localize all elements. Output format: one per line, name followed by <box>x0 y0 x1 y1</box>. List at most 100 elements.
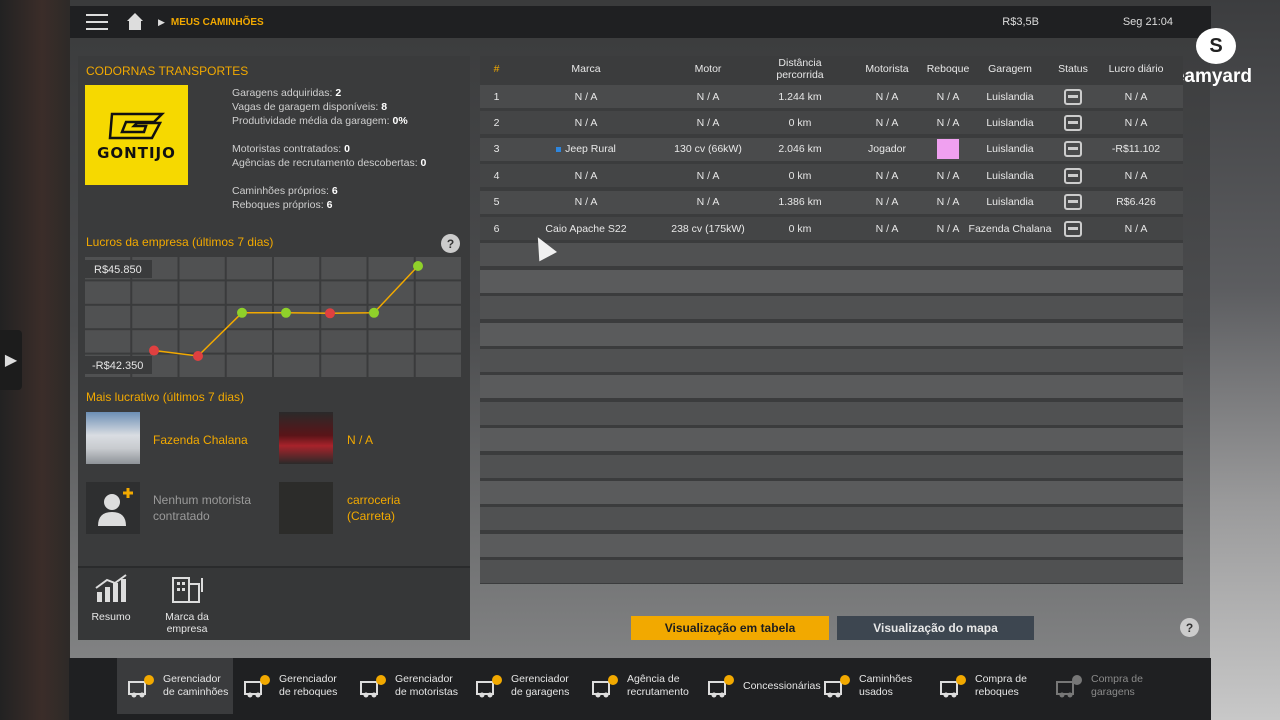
table-row[interactable]: 2 N / A N / A 0 km N / A N / A Luislandia N / A <box>480 111 1183 135</box>
trailer-thumbnail[interactable] <box>279 482 333 534</box>
cell-brand: N / A <box>574 196 598 209</box>
truck-status-icon <box>1064 114 1082 131</box>
chart-grid-cell <box>226 305 272 329</box>
cell-brand: N / A <box>574 116 598 129</box>
empty-row <box>480 428 1183 452</box>
nav-driver-manager[interactable]: Gerenciador de motoristas <box>349 658 465 714</box>
cell-trailer <box>928 138 968 161</box>
chart-grid-cell <box>368 354 414 377</box>
nav-dealers[interactable]: Concessionárias <box>697 658 821 714</box>
best-garage[interactable]: Fazenda Chalana <box>153 432 248 448</box>
company-brand-button[interactable]: Marca da empresa <box>152 574 222 635</box>
cell-daily-profit: N / A <box>1124 222 1148 235</box>
col-brand[interactable]: Marca <box>536 56 636 82</box>
empty-row <box>480 296 1183 320</box>
garage-stats: Garagens adquiridas: 2 Vagas de garagem … <box>232 86 408 128</box>
company-panel: CODORNAS TRANSPORTES GONTIJO Garagens ad… <box>78 56 470 640</box>
table-row[interactable]: 1 N / A N / A 1.244 km N / A N / A Luislandia N… <box>480 85 1183 108</box>
cell-trailer: N / A <box>936 116 960 129</box>
nav-recruitment-agency[interactable]: Agência de recrutamento <box>581 658 697 714</box>
col-driver[interactable]: Motorista <box>852 56 922 82</box>
cell-daily-profit: R$6.426 <box>1116 196 1156 209</box>
cell-trailer: N / A <box>936 196 960 209</box>
breadcrumb[interactable]: MEUS CAMINHÕES <box>171 17 264 28</box>
cell-garage: Luislandia <box>986 196 1034 209</box>
chart-grid-cell <box>321 330 367 353</box>
chart-grid-cell <box>274 354 320 377</box>
chart-min-label: -R$42.350 <box>92 360 143 372</box>
garage-thumbnail[interactable] <box>86 412 140 464</box>
driver-thumbnail[interactable] <box>86 482 140 534</box>
cell-daily-profit: N / A <box>1124 116 1148 129</box>
summary-button[interactable]: Resumo <box>76 574 146 623</box>
map-view-button[interactable]: Visualização do mapa <box>837 616 1034 640</box>
best-truck[interactable]: N / A <box>347 432 373 448</box>
bar-chart-icon <box>95 574 127 602</box>
best-cargo[interactable]: carroceria (Carreta) <box>347 492 427 524</box>
nav-label: Gerenciador de motoristas <box>395 673 459 698</box>
col-engine[interactable]: Motor <box>658 56 758 82</box>
table-row[interactable]: 4 N / A N / A 0 km N / A N / A Luislandia N / A <box>480 164 1183 188</box>
help-icon[interactable]: ? <box>1180 618 1199 637</box>
nav-used-trucks[interactable]: Caminhões usados <box>813 658 929 714</box>
table-row[interactable]: 3 Jeep Rural 130 cv (66kW) 2.046 km Jogador L… <box>480 137 1183 161</box>
col-daily-profit[interactable]: Lucro diário <box>1098 56 1174 82</box>
col-trailer[interactable]: Reboque <box>927 56 970 82</box>
nav-truck-manager[interactable]: Gerenciador de caminhões <box>117 658 233 714</box>
col-number[interactable]: # <box>480 56 513 82</box>
profit-point <box>237 307 247 318</box>
cell-distance: 1.386 km <box>778 196 822 209</box>
table-row[interactable]: 5 N / A N / A 1.386 km N / A N / A Luislandia R… <box>480 190 1183 214</box>
empty-row <box>480 243 1183 267</box>
money-display: R$3,5B <box>1002 16 1039 28</box>
home-icon[interactable] <box>126 13 144 31</box>
cell-distance: 2.046 km <box>778 143 822 156</box>
chevron-right-icon: ▶ <box>4 352 18 369</box>
company-logo[interactable]: GONTIJO <box>85 85 188 185</box>
cell-status <box>1050 217 1096 240</box>
side-expand-tab[interactable]: ▶ <box>0 330 22 390</box>
nav-garage-manager[interactable]: Gerenciador de garagens <box>465 658 581 714</box>
chart-grid-cell <box>274 281 320 304</box>
cell-daily-profit: N / A <box>1124 90 1148 103</box>
garage-wall-right <box>1210 0 1280 720</box>
used-trucks-icon <box>823 673 851 699</box>
chart-grid-cell <box>368 330 414 353</box>
empty-row <box>480 533 1183 557</box>
cell-engine: N / A <box>696 116 720 129</box>
summary-label: Resumo <box>91 611 131 623</box>
empty-row <box>480 349 1183 372</box>
cell-engine: N / A <box>696 169 720 182</box>
cell-garage: Fazenda Chalana <box>968 222 1052 235</box>
cell-engine: N / A <box>696 90 720 103</box>
chart-grid-cell <box>226 354 272 377</box>
chart-grid-cell <box>85 330 131 353</box>
col-status[interactable]: Status <box>1050 56 1096 82</box>
best-title: Mais lucrativo (últimos 7 dias) <box>86 390 245 404</box>
nav-label: Caminhões usados <box>859 673 913 698</box>
profit-point <box>413 261 423 271</box>
help-icon[interactable]: ? <box>441 234 460 253</box>
col-garage[interactable]: Garagem <box>970 56 1050 82</box>
stat-trucks: Caminhões próprios: 6 <box>232 185 338 197</box>
col-distance[interactable]: Distância percorrida <box>758 56 842 82</box>
nav-trailer-manager[interactable]: Gerenciador de reboques <box>233 658 349 714</box>
chart-grid-cell <box>415 330 461 353</box>
breadcrumb-arrow-icon: ▶ <box>158 16 165 27</box>
chart-grid-cell <box>368 257 414 280</box>
chart-grid-cell <box>226 281 272 304</box>
profit-point <box>369 307 379 318</box>
cell-distance: 0 km <box>788 222 812 235</box>
nav-label: Compra de reboques <box>975 673 1027 698</box>
table-view-button[interactable]: Visualização em tabela <box>631 616 829 640</box>
table-row[interactable]: 6 Caio Apache S22 238 cv (175kW) 0 km N / A N… <box>480 217 1183 240</box>
player-truck-marker-icon <box>556 146 562 152</box>
chart-grid-cell <box>85 305 131 329</box>
buy-trailers-icon <box>939 673 967 699</box>
nav-label: Gerenciador de garagens <box>511 673 570 698</box>
hamburger-menu-icon[interactable] <box>86 14 108 30</box>
cell-brand: Jeep Rural <box>536 138 636 161</box>
empty-row <box>480 269 1183 293</box>
nav-buy-trailers[interactable]: Compra de reboques <box>929 658 1045 714</box>
truck-thumbnail[interactable] <box>279 412 333 464</box>
